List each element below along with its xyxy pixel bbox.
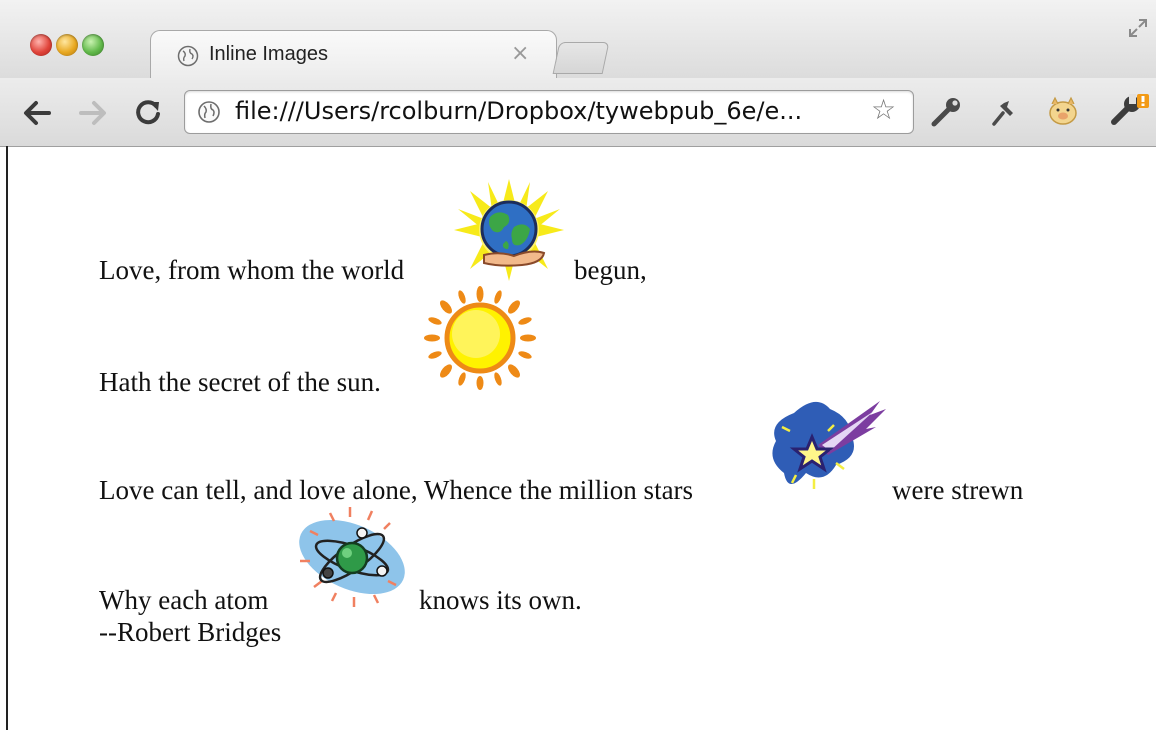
poem-attribution: --Robert Bridges bbox=[99, 617, 282, 647]
forward-arrow-icon[interactable] bbox=[78, 100, 108, 126]
shooting-star-icon bbox=[772, 401, 886, 489]
reload-icon[interactable] bbox=[134, 98, 162, 126]
browser-window: Inline Images × file:///Users/rcolburn/D… bbox=[0, 0, 1156, 730]
poem-line-4-start: Why each atom bbox=[99, 585, 269, 615]
tab-close-icon[interactable]: × bbox=[511, 41, 529, 66]
globe-in-hand-icon bbox=[454, 179, 564, 281]
minimize-window-button[interactable] bbox=[56, 34, 78, 56]
toolbar: file:///Users/rcolburn/Dropbox/tywebpub_… bbox=[0, 78, 1156, 147]
atom-icon bbox=[299, 507, 405, 607]
zoom-window-button[interactable] bbox=[82, 34, 104, 56]
bookmark-star-icon[interactable]: ☆ bbox=[871, 93, 896, 126]
wrench-key-icon[interactable] bbox=[930, 96, 964, 128]
poem-line-1-start: Love, from whom the world bbox=[99, 255, 405, 285]
pig-extension-icon[interactable] bbox=[1046, 94, 1080, 128]
globe-icon bbox=[198, 101, 220, 123]
settings-wrench-icon[interactable] bbox=[1110, 92, 1150, 128]
poem-line-1-end: begun, bbox=[574, 255, 647, 285]
back-arrow-icon[interactable] bbox=[22, 100, 52, 126]
poem-line-3-start: Love can tell, and love alone, Whence th… bbox=[99, 475, 694, 505]
globe-icon bbox=[177, 45, 199, 67]
tab-title: Inline Images bbox=[209, 43, 328, 65]
sun-icon bbox=[424, 286, 536, 390]
fullscreen-icon[interactable] bbox=[1128, 18, 1148, 38]
poem-line-3-end: were strewn bbox=[892, 475, 1024, 505]
address-bar[interactable]: file:///Users/rcolburn/Dropbox/tywebpub_… bbox=[184, 90, 914, 134]
poem-line-4-end: knows its own. bbox=[419, 585, 582, 615]
window-edge bbox=[6, 146, 8, 730]
poem-line-2: Hath the secret of the sun. bbox=[99, 367, 381, 397]
page-content: Love, from whom the world begun, Hath th… bbox=[8, 147, 1156, 730]
new-tab-button[interactable] bbox=[552, 42, 610, 74]
tab-inline-images[interactable]: Inline Images × bbox=[150, 30, 557, 80]
title-bar: Inline Images × bbox=[0, 0, 1156, 80]
url-text[interactable]: file:///Users/rcolburn/Dropbox/tywebpub_… bbox=[235, 97, 802, 125]
pin-icon[interactable] bbox=[988, 96, 1020, 128]
close-window-button[interactable] bbox=[30, 34, 52, 56]
